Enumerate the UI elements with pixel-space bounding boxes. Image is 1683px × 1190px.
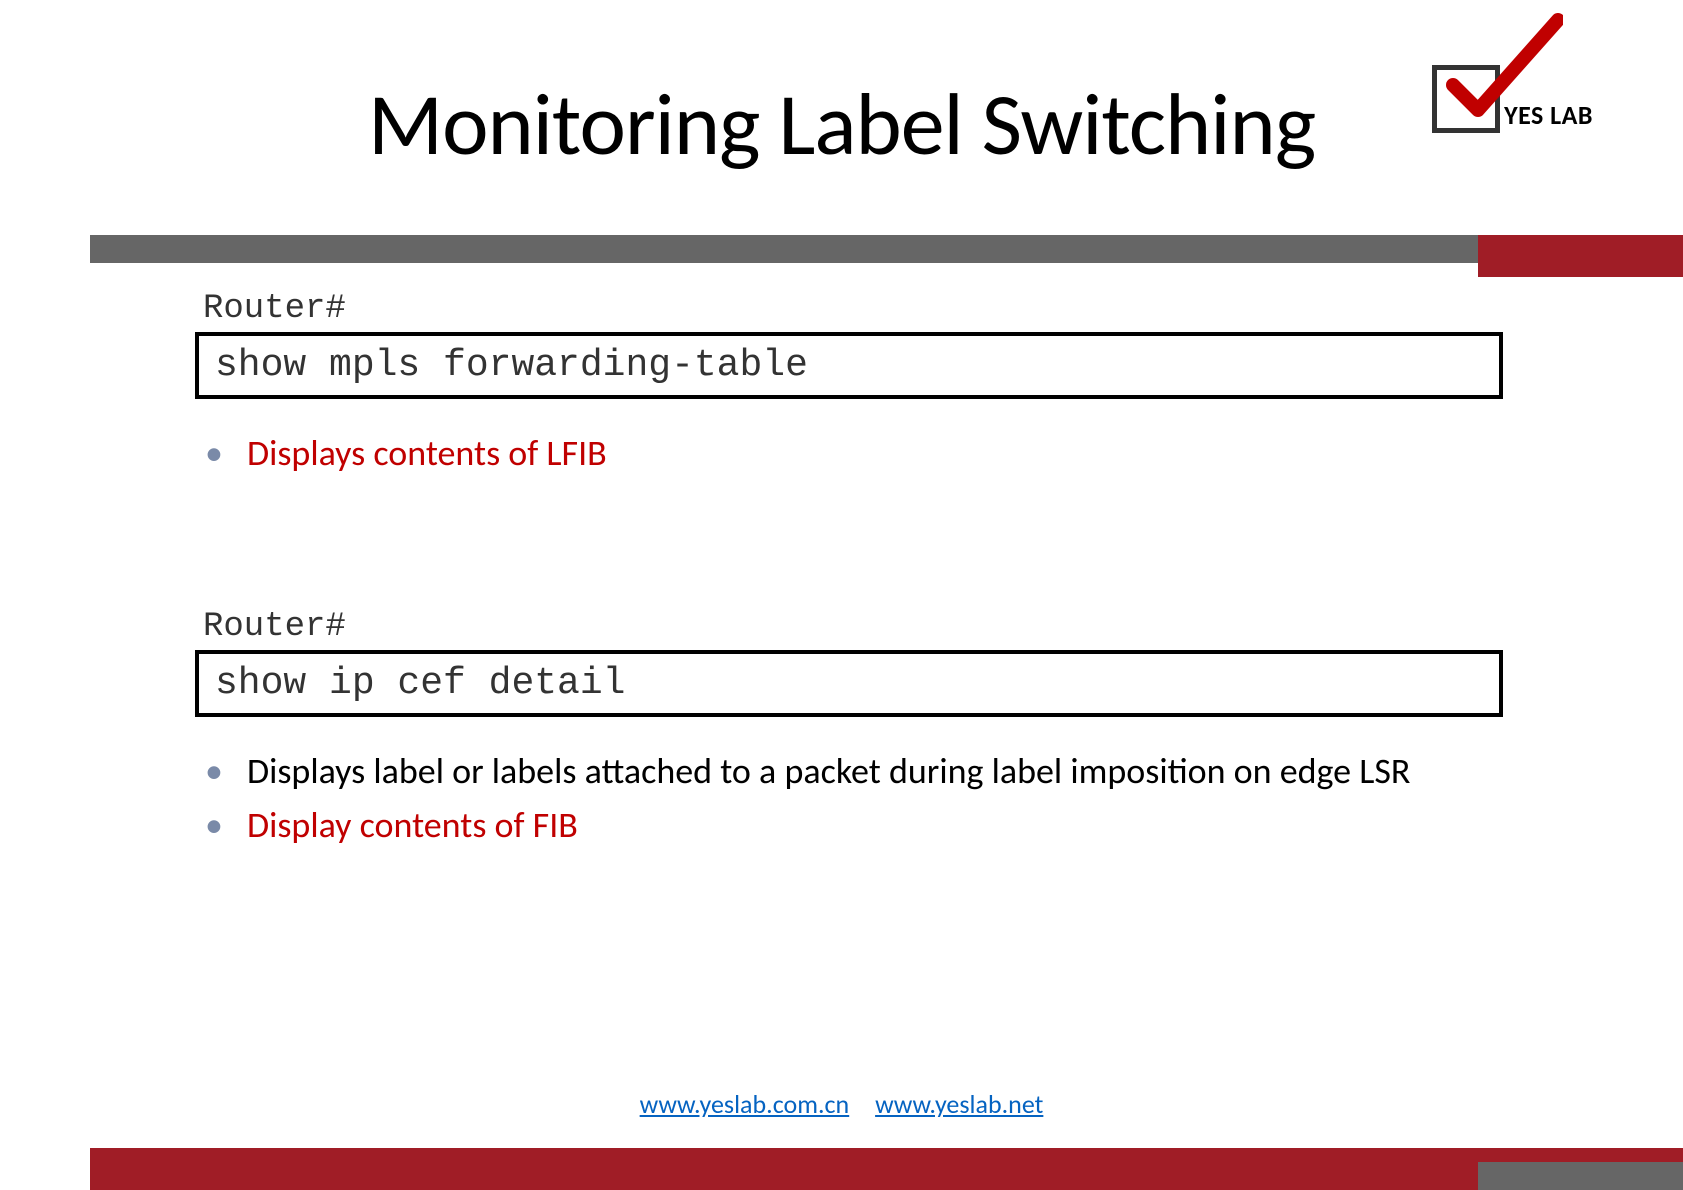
list-item: • Display contents of FIB xyxy=(205,801,1503,850)
slide-title: Monitoring Label Switching xyxy=(0,70,1683,178)
list-item: • Displays contents of LFIB xyxy=(205,429,1503,478)
footer-link-1[interactable]: www.yeslab.com.cn xyxy=(640,1088,850,1120)
cli-prompt-2: Router# xyxy=(203,608,1503,646)
bullet-icon: • xyxy=(205,747,223,796)
cli-command-box-2: show ip cef detail xyxy=(195,650,1503,717)
slide-title-area: Monitoring Label Switching xyxy=(0,70,1683,178)
bullet-text: Displays contents of LFIB xyxy=(247,429,1503,478)
footer-link-2[interactable]: www.yeslab.net xyxy=(875,1088,1043,1120)
section-1: Router# show mpls forwarding-table • Dis… xyxy=(195,290,1503,478)
brand-logo: YES LAB xyxy=(1432,65,1593,133)
bullet-text: Display contents of FIB xyxy=(247,801,1503,850)
bullet-text: Displays label or labels attached to a p… xyxy=(247,747,1503,796)
checkmark-icon xyxy=(1443,10,1563,130)
bullet-list-2: • Displays label or labels attached to a… xyxy=(205,747,1503,850)
slide-content: Router# show mpls forwarding-table • Dis… xyxy=(195,290,1503,960)
decor-footer-gray-corner xyxy=(1478,1162,1683,1190)
logo-box-icon xyxy=(1432,65,1500,133)
list-item: • Displays label or labels attached to a… xyxy=(205,747,1503,796)
bullet-icon: • xyxy=(205,801,223,850)
decor-red-bar-top xyxy=(1478,235,1683,277)
cli-command-box-1: show mpls forwarding-table xyxy=(195,332,1503,399)
section-2: Router# show ip cef detail • Displays la… xyxy=(195,608,1503,850)
footer-links: www.yeslab.com.cn www.yeslab.net xyxy=(0,1088,1683,1120)
decor-gray-bar xyxy=(90,235,1683,263)
cli-prompt-1: Router# xyxy=(203,290,1503,328)
bullet-icon: • xyxy=(205,429,223,478)
decor-footer-red-bar xyxy=(90,1148,1683,1190)
bullet-list-1: • Displays contents of LFIB xyxy=(205,429,1503,478)
